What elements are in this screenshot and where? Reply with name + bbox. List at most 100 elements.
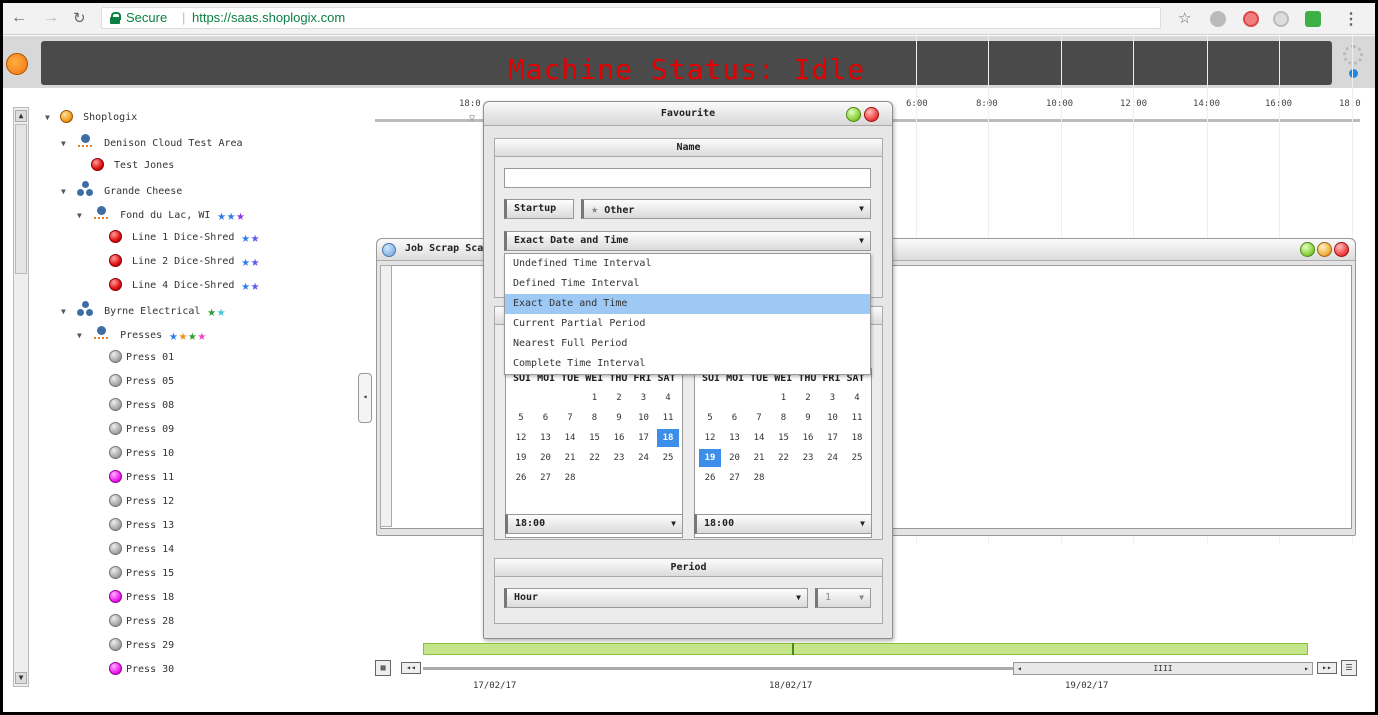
calendar-day[interactable]: 13 <box>724 433 746 443</box>
interval-type-select[interactable]: Exact Date and Time ▼ <box>504 231 871 251</box>
orange-star-icon[interactable]: ★ <box>179 327 187 345</box>
calendar-day-selected[interactable]: 18 <box>657 429 679 447</box>
calendar-day[interactable]: 15 <box>773 433 795 443</box>
calendar-day[interactable]: 11 <box>846 413 868 423</box>
calendar-day[interactable]: 4 <box>846 393 868 403</box>
calendar-day[interactable]: 28 <box>748 473 770 483</box>
expand-arrow-icon[interactable]: ▼ <box>61 183 70 201</box>
calendar-day[interactable]: 14 <box>559 433 581 443</box>
calendar-day-selected[interactable]: 19 <box>699 449 721 467</box>
tree-scrollbar[interactable]: ▲ ▼ <box>13 107 29 687</box>
back-icon[interactable]: ← <box>11 9 27 27</box>
calendar-day[interactable]: 7 <box>748 413 770 423</box>
minimize-button[interactable] <box>1300 242 1315 257</box>
calendar-day[interactable]: 9 <box>608 413 630 423</box>
calendar-day[interactable]: 7 <box>559 413 581 423</box>
blue-star-icon[interactable]: ★ <box>241 229 249 247</box>
bookmark-star-icon[interactable]: ☆ <box>1178 9 1191 27</box>
calendar-day[interactable]: 20 <box>724 453 746 463</box>
scroll-up-icon[interactable]: ▲ <box>15 110 27 122</box>
extension-green-icon[interactable] <box>1305 11 1321 27</box>
tree-node-presses[interactable]: ▼ Presses ★★★★ <box>77 325 206 345</box>
calendar-day[interactable]: 15 <box>584 433 606 443</box>
blue-star-icon[interactable]: ★ <box>169 327 177 345</box>
calendar-day[interactable]: 16 <box>797 433 819 443</box>
minimize-button[interactable] <box>846 107 861 122</box>
tree-node-press[interactable]: Press 30 <box>109 661 174 679</box>
calendar-day[interactable]: 11 <box>657 413 679 423</box>
collapse-panel-button[interactable]: ◂ <box>358 373 372 423</box>
calendar-day[interactable]: 1 <box>773 393 795 403</box>
maximize-button[interactable] <box>1317 242 1332 257</box>
extension-shield-icon[interactable] <box>1210 11 1226 27</box>
calendar-day[interactable]: 27 <box>724 473 746 483</box>
extension-disabled-icon[interactable] <box>1273 11 1289 27</box>
calendar-day[interactable]: 25 <box>657 453 679 463</box>
calendar-day[interactable]: 14 <box>748 433 770 443</box>
category-select[interactable]: ★ Other ▼ <box>581 199 871 219</box>
calendar-day[interactable]: 10 <box>633 413 655 423</box>
calendar-day[interactable]: 21 <box>748 453 770 463</box>
calendar-day[interactable]: 21 <box>559 453 581 463</box>
job-scrap-scrollbar[interactable] <box>380 265 392 527</box>
calendar-day[interactable]: 6 <box>535 413 557 423</box>
tree-node-press[interactable]: Press 28 <box>109 613 174 631</box>
timeline-handle-icon[interactable]: ▽ <box>469 113 475 124</box>
calendar-day[interactable]: 2 <box>608 393 630 403</box>
calendar-day[interactable]: 2 <box>797 393 819 403</box>
expand-arrow-icon[interactable]: ▼ <box>61 303 70 321</box>
calendar-grid-icon[interactable]: ▦ <box>375 660 391 676</box>
calendar-day[interactable]: 3 <box>633 393 655 403</box>
tree-node-press[interactable]: Press 18 <box>109 589 174 607</box>
range-bar[interactable] <box>423 643 1308 655</box>
calendar-day[interactable]: 26 <box>510 473 532 483</box>
calendar-day[interactable]: 1 <box>584 393 606 403</box>
start-time-select[interactable]: 18:00 ▼ <box>505 514 683 534</box>
blue-star-icon[interactable]: ★ <box>251 277 259 295</box>
calendar-day[interactable]: 22 <box>584 453 606 463</box>
startup-button[interactable]: Startup <box>504 199 574 219</box>
scroll-right-icon[interactable]: ▸ <box>1304 663 1309 674</box>
tree-node-press[interactable]: Press 08 <box>109 397 174 415</box>
calendar-day[interactable]: 13 <box>535 433 557 443</box>
calendar-day[interactable]: 20 <box>535 453 557 463</box>
tree-node-press[interactable]: Press 05 <box>109 373 174 391</box>
tree-node-press[interactable]: Press 01 <box>109 349 174 367</box>
calendar-day[interactable]: 8 <box>773 413 795 423</box>
list-view-icon[interactable]: ☰ <box>1341 660 1357 676</box>
settings-gear-icon[interactable] <box>1343 45 1363 65</box>
calendar-day[interactable]: 12 <box>510 433 532 443</box>
calendar-day[interactable]: 24 <box>633 453 655 463</box>
calendar-day[interactable]: 12 <box>699 433 721 443</box>
calendar-day[interactable]: 23 <box>797 453 819 463</box>
period-count-select[interactable]: 1 ▼ <box>815 588 871 608</box>
address-bar[interactable]: Secure | https://saas.shoplogix.com <box>101 7 1161 29</box>
tree-node-byrne[interactable]: ▼ Byrne Electrical ★★ <box>61 301 225 321</box>
tree-node-line-2[interactable]: Line 2 Dice-Shred ★★ <box>109 253 259 271</box>
tree-node-press[interactable]: Press 13 <box>109 517 174 535</box>
scroll-down-icon[interactable]: ▼ <box>15 672 27 684</box>
green-star-icon[interactable]: ★ <box>188 327 196 345</box>
close-button[interactable] <box>864 107 879 122</box>
scroll-first-button[interactable]: ◂◂ <box>401 662 421 674</box>
range-marker[interactable] <box>792 643 794 655</box>
expand-arrow-icon[interactable]: ▼ <box>77 207 86 225</box>
menu-dots-icon[interactable]: ⋮ <box>1343 9 1359 29</box>
shoplogix-logo-icon[interactable] <box>6 53 28 75</box>
interval-option[interactable]: Nearest Full Period <box>505 334 870 354</box>
scroll-left-icon[interactable]: ◂ <box>1017 663 1022 674</box>
interval-option[interactable]: Complete Time Interval <box>505 354 870 374</box>
calendar-day[interactable]: 27 <box>535 473 557 483</box>
interval-option[interactable]: Current Partial Period <box>505 314 870 334</box>
purple-star-icon[interactable]: ★ <box>236 207 244 225</box>
tree-node-press[interactable]: Press 29 <box>109 637 174 655</box>
interval-option[interactable]: Undefined Time Interval <box>505 254 870 274</box>
green-star-icon[interactable]: ★ <box>207 303 215 321</box>
extension-block-icon[interactable] <box>1243 11 1259 27</box>
tree-node-press[interactable]: Press 09 <box>109 421 174 439</box>
expand-arrow-icon[interactable]: ▼ <box>77 327 86 345</box>
tree-node-press[interactable]: Press 14 <box>109 541 174 559</box>
period-unit-select[interactable]: Hour ▼ <box>504 588 808 608</box>
tree-node-denison[interactable]: ▼ Denison Cloud Test Area <box>61 133 243 151</box>
calendar-day[interactable]: 28 <box>559 473 581 483</box>
